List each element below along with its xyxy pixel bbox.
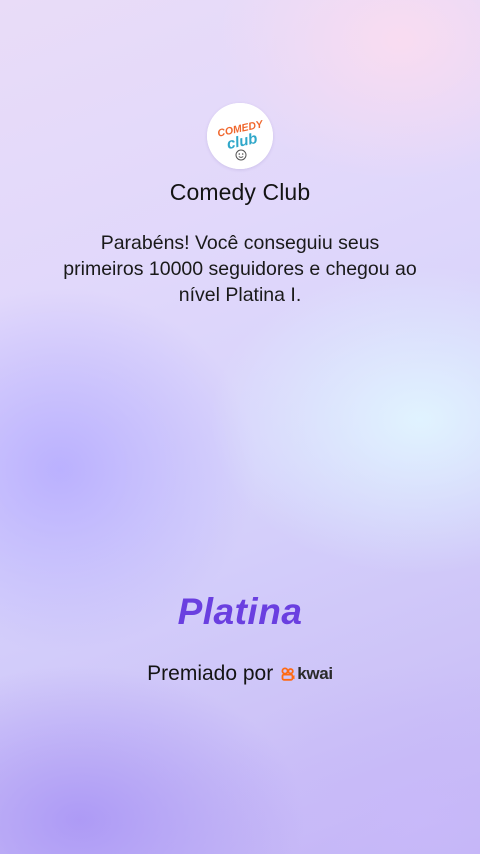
comedy-club-logo-icon: COMEDY club (207, 103, 273, 169)
awarded-by: Premiado por kwai (0, 662, 480, 686)
congratulations-message: Parabéns! Você conseguiu seus primeiros … (63, 232, 417, 306)
awarded-by-label: Premiado por (147, 662, 274, 685)
kwai-icon (281, 667, 295, 681)
kwai-wordmark: kwai (297, 664, 333, 683)
level-badge-title: Platina (177, 591, 303, 632)
club-name: Comedy Club (169, 179, 311, 205)
club-avatar: COMEDY club (207, 103, 273, 169)
kwai-logo: kwai (281, 664, 333, 684)
